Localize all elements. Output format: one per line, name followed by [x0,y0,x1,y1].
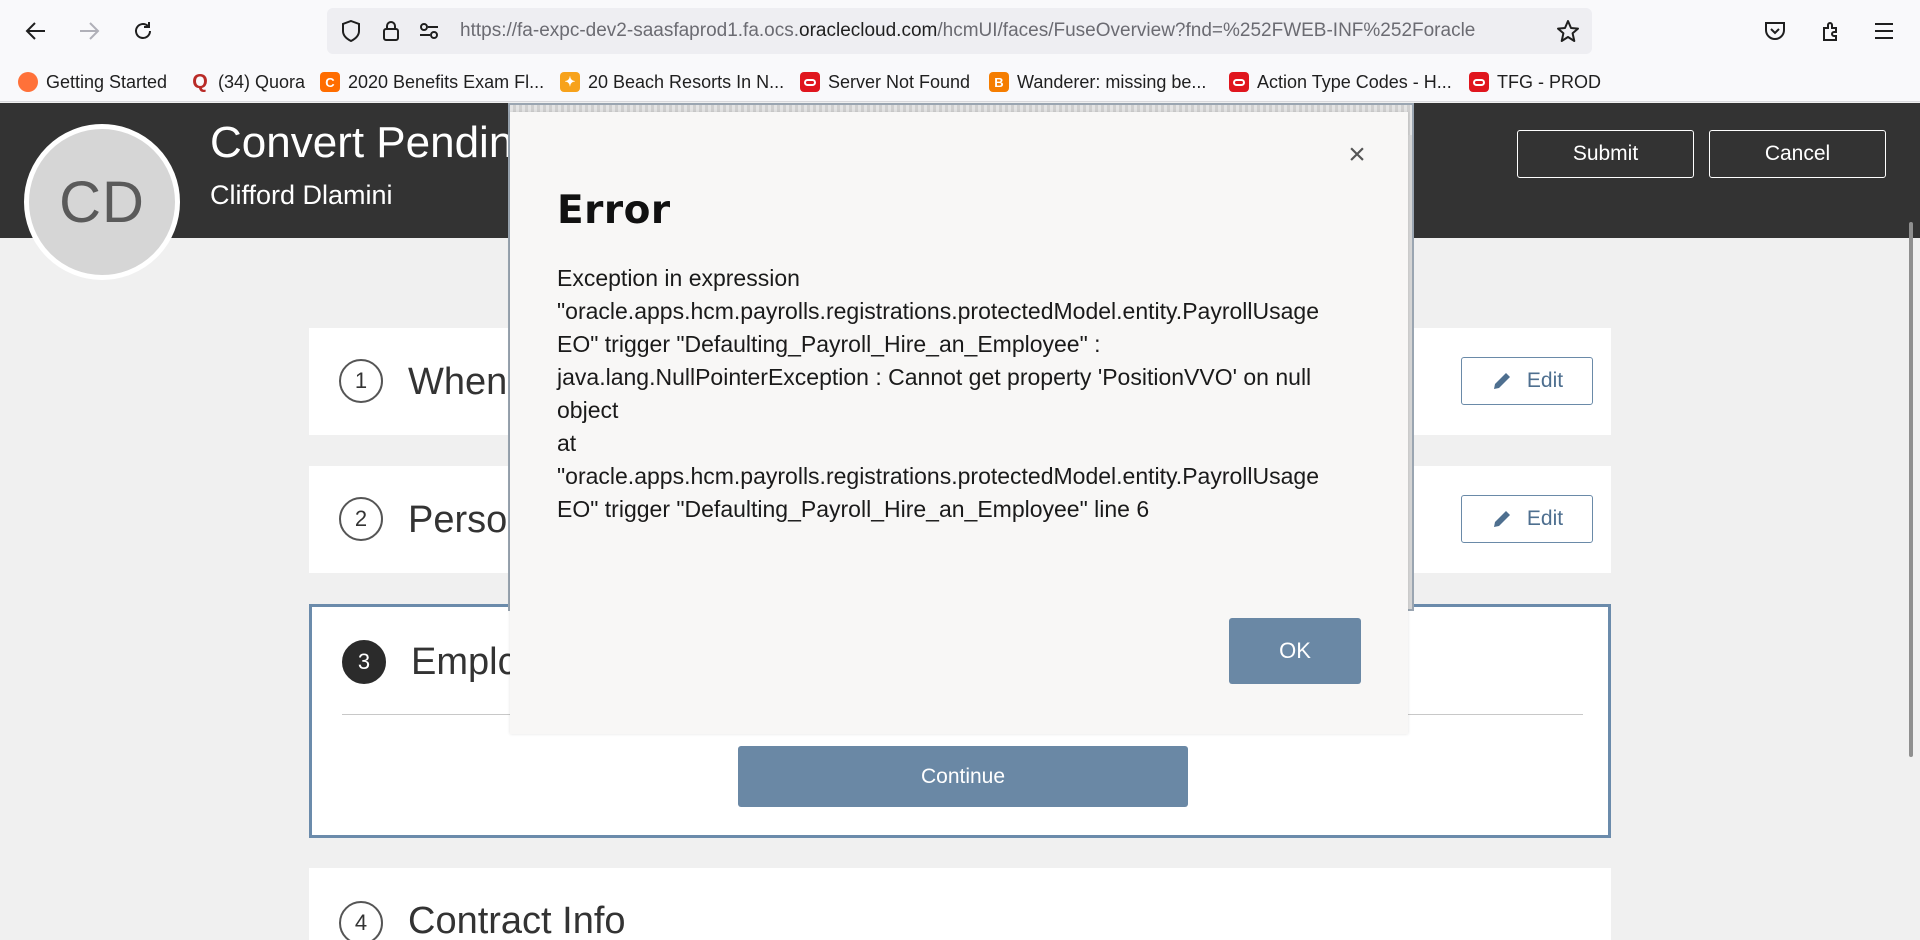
bookmarks-bar: Getting Started Q (34) Quora C 2020 Bene… [0,62,1920,102]
edit-label: Edit [1526,369,1564,392]
menu-icon[interactable] [1866,13,1902,49]
bookmark-star-icon[interactable] [1556,19,1580,43]
bookmark-label: 2020 Benefits Exam Fl... [348,71,545,92]
bookmark-server-not-found[interactable]: Server Not Found [800,69,970,95]
submit-button[interactable]: Submit [1517,130,1694,178]
browser-toolbar: https://fa-expc-dev2-saasfaprod1.fa.ocs.… [0,0,1920,62]
reload-icon[interactable] [125,13,161,49]
step-number: 4 [339,901,383,940]
continue-button[interactable]: Continue [738,746,1188,807]
blogger-icon: B [989,72,1009,92]
section-title: Emplc [411,641,517,683]
bookmark-label: 20 Beach Resorts In N... [588,71,785,92]
error-message-line: EO" trigger "Defaulting_Payroll_Hire_an_… [557,331,1101,357]
c-icon: C [320,72,340,92]
url-suffix: /hcmUI/faces/FuseOverview?fnd=%252FWEB-I… [937,20,1476,41]
pencil-icon [1491,508,1513,530]
error-message-line: java.lang.NullPointerException : Cannot … [557,364,1312,390]
back-icon[interactable] [18,13,54,49]
oracle-icon [1469,72,1489,92]
bookmark-getting-started[interactable]: Getting Started [18,69,167,95]
page-title: Convert Pending [210,118,538,167]
bookmark-beach-resorts[interactable]: ✦ 20 Beach Resorts In N... [560,69,784,95]
dialog-title: Error [557,188,671,233]
bookmark-label: Wanderer: missing be... [1017,71,1207,92]
error-message-line: Exception in expression [557,265,800,291]
quora-icon: Q [192,70,208,93]
pocket-icon[interactable] [1757,13,1793,49]
url-domain: oraclecloud.com [799,20,938,41]
error-message-line: "oracle.apps.hcm.payrolls.registrations.… [557,298,1319,324]
bookmark-benefits-exam[interactable]: C 2020 Benefits Exam Fl... [320,69,544,95]
lock-icon[interactable] [379,19,403,43]
step-number: 2 [339,497,383,541]
cancel-button[interactable]: Cancel [1709,130,1886,178]
shield-icon[interactable] [339,19,363,43]
bookmark-quora[interactable]: Q (34) Quora [190,69,305,95]
oracle-icon [800,72,820,92]
section-contract-info: 4 Contract Info [309,868,1611,940]
forward-icon[interactable] [71,13,107,49]
oracle-icon [1229,72,1249,92]
extensions-icon[interactable] [1813,13,1849,49]
error-message: Exception in expression "oracle.apps.hcm… [557,262,1367,526]
section-title: When [408,361,508,403]
edit-label: Edit [1526,507,1564,530]
avatar: CD [24,124,180,280]
permissions-icon[interactable] [417,19,441,43]
step-number: 3 [342,640,386,684]
bookmark-label: Getting Started [46,71,168,92]
error-message-line: "oracle.apps.hcm.payrolls.registrations.… [557,463,1319,489]
error-dialog: × Error Exception in expression "oracle.… [510,112,1408,734]
url-prefix: https://fa-expc-dev2-saasfaprod1.fa.ocs. [460,20,800,41]
page-scrollbar[interactable] [1909,222,1913,757]
bookmark-label: Server Not Found [828,71,971,92]
continue-label: Continue [920,764,1006,788]
error-message-line: object [557,397,619,423]
person-name: Clifford Dlamini [210,180,393,210]
step-number: 1 [339,359,383,403]
address-bar[interactable]: https://fa-expc-dev2-saasfaprod1.fa.ocs.… [327,8,1592,54]
bookmark-action-type-codes[interactable]: Action Type Codes - H... [1229,69,1452,95]
pencil-icon [1491,370,1513,392]
bookmark-label: TFG - PROD [1497,71,1601,92]
bookmark-tfg-prod[interactable]: TFG - PROD [1469,69,1601,95]
section-title: Contract Info [408,900,626,940]
bookmark-label: (34) Quora [218,71,306,92]
cancel-label: Cancel [1764,142,1831,165]
close-icon[interactable]: × [1342,138,1372,171]
resort-icon: ✦ [560,72,580,92]
edit-person-button[interactable]: Edit [1461,495,1593,543]
bookmark-wanderer[interactable]: B Wanderer: missing be... [989,69,1206,95]
firefox-icon [18,72,38,92]
error-message-line: EO" trigger "Defaulting_Payroll_Hire_an_… [557,496,1150,522]
error-message-line: at [557,430,577,456]
submit-label: Submit [1572,142,1639,165]
bookmark-label: Action Type Codes - H... [1257,71,1452,92]
url-text[interactable]: https://fa-expc-dev2-saasfaprod1.fa.ocs.… [460,20,1540,42]
ok-label: OK [1279,638,1311,663]
ok-button[interactable]: OK [1229,618,1361,684]
edit-when-button[interactable]: Edit [1461,357,1593,405]
